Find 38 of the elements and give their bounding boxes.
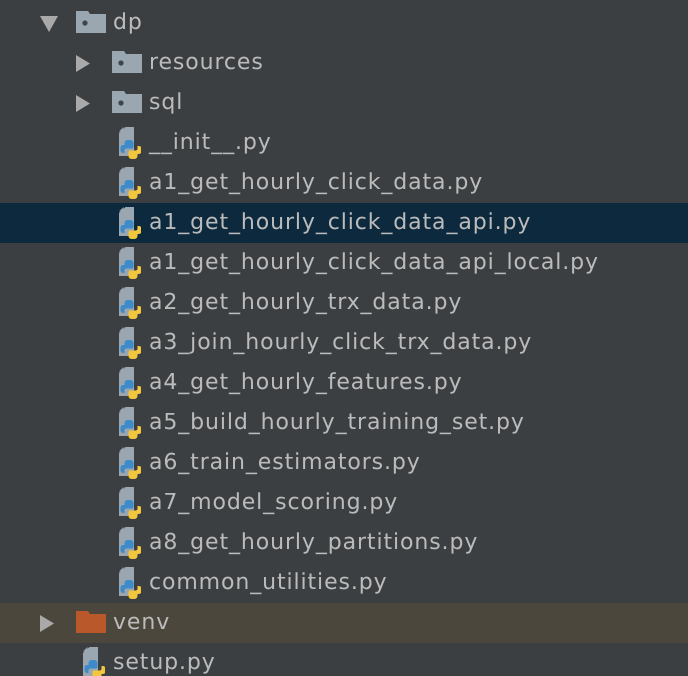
tree-item[interactable]: a7_model_scoring.py [0, 483, 688, 523]
python-file-icon [116, 447, 141, 479]
tree-item[interactable]: a4_get_hourly_features.py [0, 363, 688, 403]
python-file-icon [116, 567, 141, 599]
tree-item[interactable]: a1_get_hourly_click_data.py [0, 163, 688, 203]
caret-down-icon[interactable] [40, 16, 58, 32]
tree-item[interactable]: resources [0, 43, 688, 83]
tree-item[interactable]: setup.py [0, 643, 688, 676]
tree-item[interactable]: common_utilities.py [0, 563, 688, 603]
folder-icon [76, 611, 106, 633]
caret-right-icon[interactable] [76, 54, 90, 72]
python-file-icon [116, 527, 141, 559]
tree-item[interactable]: a3_join_hourly_click_trx_data.py [0, 323, 688, 363]
python-file-icon [80, 647, 105, 676]
python-file-icon [116, 127, 141, 159]
python-file-icon [116, 407, 141, 439]
python-file-icon [116, 207, 141, 239]
python-file-icon [116, 167, 141, 199]
python-file-icon [116, 327, 141, 359]
tree-item[interactable]: dp [0, 3, 688, 43]
tree-item[interactable]: __init__.py [0, 123, 688, 163]
tree-item[interactable]: a2_get_hourly_trx_data.py [0, 283, 688, 323]
tree-item[interactable]: sql [0, 83, 688, 123]
tree-item[interactable]: a1_get_hourly_click_data_api_local.py [0, 243, 688, 283]
tree-item[interactable]: a6_train_estimators.py [0, 443, 688, 483]
python-file-icon [116, 367, 141, 399]
python-file-icon [116, 247, 141, 279]
python-file-icon [116, 487, 141, 519]
folder-icon [76, 11, 106, 33]
caret-right-icon[interactable] [40, 614, 54, 632]
folder-icon [112, 91, 142, 113]
caret-right-icon[interactable] [76, 94, 90, 112]
tree-item[interactable]: venv [0, 603, 688, 643]
tree-item[interactable]: a1_get_hourly_click_data_api.py [0, 203, 688, 243]
tree-item[interactable]: a5_build_hourly_training_set.py [0, 403, 688, 443]
python-file-icon [116, 287, 141, 319]
folder-icon [112, 51, 142, 73]
tree-item[interactable]: a8_get_hourly_partitions.py [0, 523, 688, 563]
